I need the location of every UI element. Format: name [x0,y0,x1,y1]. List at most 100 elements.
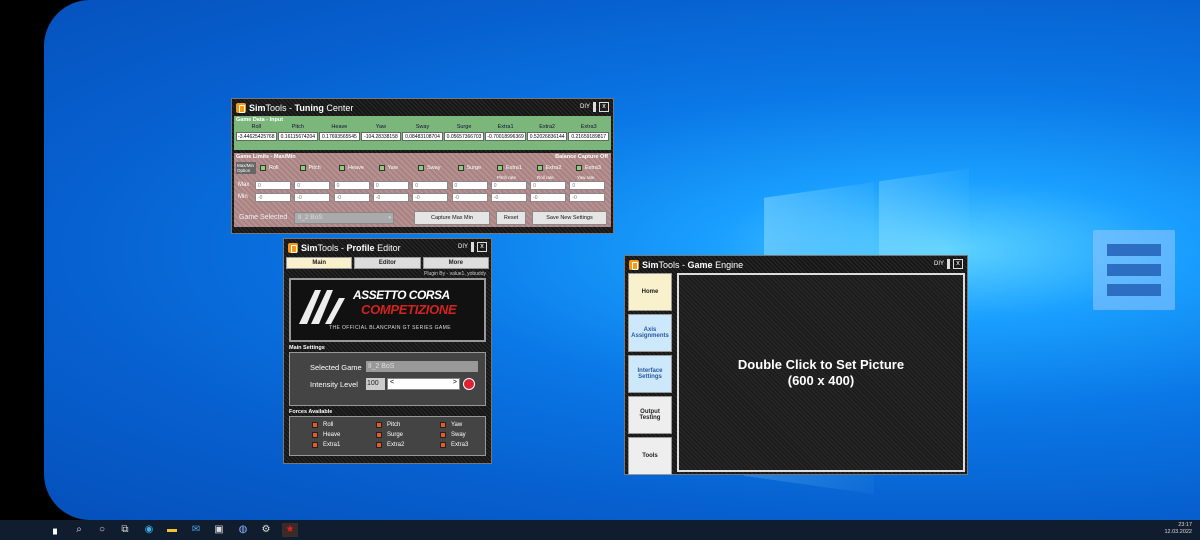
min-field[interactable]: -0 [294,193,331,202]
force-checkbox[interactable]: Extra3 [440,442,468,448]
nav-output-testing[interactable]: Output Testing [628,396,672,434]
max-field[interactable]: 0 [372,181,409,190]
minimize-button[interactable] [593,102,596,112]
max-field[interactable]: 0 [490,181,527,190]
min-field[interactable]: -0 [451,193,488,202]
force-checkbox[interactable]: Roll [312,422,333,428]
min-field[interactable]: -0 [372,193,409,202]
tab-more[interactable]: More [422,257,489,269]
axis-checkbox[interactable]: Extra2 [536,165,561,171]
force-checkbox[interactable]: Heave [312,432,340,438]
min-field[interactable]: -0 [490,193,527,202]
simtools-taskbar-icon[interactable]: ⚙ [259,523,273,537]
pitch-rate-label: Pitch rate [497,175,517,180]
task-view-icon[interactable]: ⧉ [118,523,132,537]
force-checkbox[interactable]: Extra1 [312,442,340,448]
axis-checkbox[interactable]: Heave [339,165,364,171]
min-field[interactable]: -0 [333,193,370,202]
min-field[interactable]: -0 [530,193,567,202]
max-min-option[interactable]: Max/Min Option [236,162,256,174]
intensity-value[interactable]: 100 [366,378,385,390]
force-label: Extra3 [451,442,469,448]
force-checkbox[interactable]: Yaw [440,422,462,428]
selected-game-field[interactable]: Il_2 BoS [366,361,478,372]
reset-button[interactable]: Reset [496,211,526,225]
checkbox-label: Sway [427,165,441,171]
minimize-button[interactable] [947,259,950,269]
force-label: Heave [323,432,341,438]
tab-main[interactable]: Main [286,257,353,269]
max-field[interactable]: 0 [294,181,331,190]
search-icon[interactable]: ⌕ [72,523,86,537]
max-field[interactable]: 0 [451,181,488,190]
game-logo-image: ASSETTO CORSA COMPETIZIONE THE OFFICIAL … [289,278,486,342]
clock[interactable]: 23:17 12.03.2022 [1164,522,1192,536]
checkbox-icon [440,432,446,438]
force-checkbox[interactable]: Extra2 [376,442,404,448]
minimize-button[interactable] [471,242,474,252]
min-field[interactable]: -0 [412,193,449,202]
force-checkbox[interactable]: Surge [376,432,403,438]
axis-value-field: 0.05657366703 [443,132,485,141]
max-field[interactable]: 0 [530,181,567,190]
min-field[interactable]: -0 [255,193,291,202]
max-field[interactable]: 0 [569,181,606,190]
cortana-icon[interactable]: ○ [95,523,109,537]
tab-editor[interactable]: Editor [354,257,421,269]
slider-right-arrow[interactable]: > [453,379,457,386]
force-label: Yaw [451,422,463,428]
store-icon[interactable]: ▣ [212,523,226,537]
axis-header: Heave [331,124,348,130]
slider-left-arrow[interactable]: < [390,379,394,386]
intensity-slider[interactable]: < > [387,378,460,390]
nav-axis-assignments[interactable]: Axis Assignments [628,314,672,352]
axis-checkbox[interactable]: Pitch [299,165,321,171]
axis-checkbox[interactable]: Extra3 [576,165,601,171]
axis-checkbox[interactable]: Yaw [378,165,398,171]
game-taskbar-icon[interactable]: ★ [282,523,298,537]
yaw-rate-label: Yaw rate [577,175,595,180]
game-engine-titlebar[interactable]: SimTools - Game Engine DIY x [627,258,965,272]
axis-value-field: -104.28338158 [360,132,402,141]
axis-checkbox[interactable]: Roll [260,165,278,171]
axis-checkbox[interactable]: Sway [418,165,440,171]
nav-tools[interactable]: Tools [628,437,672,475]
app-icon[interactable]: ◍ [236,523,250,537]
floating-menu-button[interactable] [1093,230,1175,310]
nav-home[interactable]: Home [628,273,672,311]
max-field[interactable]: 0 [412,181,449,190]
taskbar: ▖ ⌕ ○ ⧉ ◉ ▬ ✉ ▣ ◍ ⚙ ★ 23:17 12.03.2022 [0,520,1200,540]
close-button[interactable]: x [599,102,609,112]
checkbox-icon [576,165,582,171]
nav-interface-settings[interactable]: Interface Settings [628,355,672,393]
main-settings-panel: Selected Game Il_2 BoS Intensity Level 1… [289,352,486,406]
mail-icon[interactable]: ✉ [189,523,203,537]
axis-checkbox[interactable]: Extra1 [497,165,522,171]
menu-bar-icon [1107,284,1161,296]
close-button[interactable]: x [477,242,487,252]
picture-area[interactable]: Double Click to Set Picture (600 x 400) [677,273,965,472]
save-new-settings-button[interactable]: Save New Settings [532,211,607,225]
force-checkbox[interactable]: Sway [440,432,466,438]
balance-capture-toggle[interactable]: Balance Capture Off [555,154,608,160]
tuning-center-titlebar[interactable]: SimTools - Tuning Center DIY x [234,101,611,115]
max-field[interactable]: 0 [333,181,370,190]
profile-editor-titlebar[interactable]: SimTools - Profile Editor DIY x [286,241,489,255]
picture-hint-line1: Double Click to Set Picture [737,356,905,372]
file-explorer-icon[interactable]: ▬ [165,523,179,537]
screen: SimTools - Tuning Center DIY x Game Data … [0,0,1200,540]
start-icon[interactable]: ▖ [50,523,64,537]
max-field[interactable]: 0 [255,181,291,190]
game-selected-dropdown[interactable]: Il_2 BoS ▾ [294,212,394,224]
capture-max-min-button[interactable]: Capture Max Min [414,211,490,225]
force-label: Extra2 [387,442,405,448]
diy-label: DIY [457,244,468,250]
axis-checkbox[interactable]: Surge [457,165,481,171]
force-checkbox[interactable]: Pitch [376,422,400,428]
min-field[interactable]: -0 [569,193,606,202]
simtools-logo-icon [288,243,298,253]
simtools-logo-icon [629,260,639,270]
power-icon[interactable] [463,378,475,390]
close-button[interactable]: x [953,259,963,269]
edge-icon[interactable]: ◉ [142,523,156,537]
